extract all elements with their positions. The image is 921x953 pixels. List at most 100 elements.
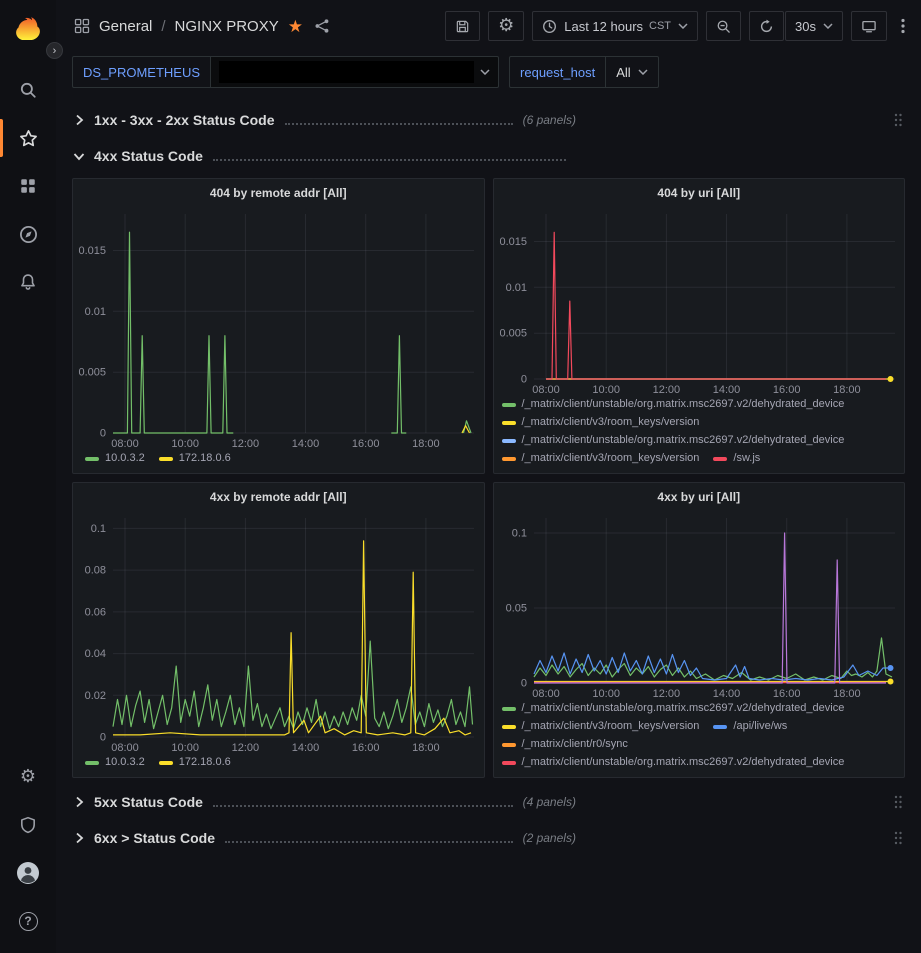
series-name: 10.0.3.2 (105, 452, 145, 465)
row-panel-count: (4 panels) (523, 795, 576, 809)
refresh-button[interactable] (749, 11, 784, 41)
refresh-interval-label: 30s (795, 19, 816, 34)
legend-item[interactable]: /_matrix/client/unstable/org.matrix.msc2… (502, 398, 845, 411)
sidebar-item-dashboards[interactable] (0, 162, 56, 210)
legend-item[interactable]: 10.0.3.2 (85, 756, 145, 769)
series-color-swatch (502, 707, 516, 711)
series-name: 172.18.0.6 (179, 452, 231, 465)
svg-text:16:00: 16:00 (772, 688, 800, 700)
series-name: /_matrix/client/r0/sync (522, 738, 628, 751)
request-host-variable-label[interactable]: request_host (509, 56, 606, 88)
legend-item[interactable]: /_matrix/client/unstable/org.matrix.msc2… (502, 434, 845, 447)
zoom-out-button[interactable] (706, 11, 741, 41)
save-icon (455, 19, 470, 34)
drag-handle-icon[interactable] (893, 830, 905, 846)
legend-item[interactable]: /_matrix/client/v3/room_keys/version (502, 452, 700, 465)
time-range-picker[interactable]: Last 12 hours CST (532, 11, 698, 41)
legend-item[interactable]: /_matrix/client/v3/room_keys/version (502, 416, 700, 429)
star-icon (19, 129, 38, 148)
panel-legend: 10.0.3.2 172.18.0.6 (73, 450, 484, 473)
row-panel-count: (6 panels) (523, 113, 576, 127)
kebab-menu-button[interactable] (895, 11, 911, 41)
request-host-variable-select[interactable]: All (606, 56, 658, 88)
compass-icon (19, 225, 38, 244)
svg-text:0.06: 0.06 (85, 606, 106, 618)
time-series-chart[interactable]: 00.0050.010.01508:0010:0012:0014:0016:00… (494, 206, 905, 396)
time-series-chart[interactable]: 00.050.108:0010:0012:0014:0016:0018:00 (494, 510, 905, 700)
svg-text:18:00: 18:00 (412, 742, 440, 754)
row-1xx-3xx-2xx[interactable]: 1xx - 3xx - 2xx Status Code (6 panels) (72, 106, 905, 134)
row-5xx[interactable]: 5xx Status Code (4 panels) (72, 788, 905, 816)
svg-text:0: 0 (520, 374, 526, 386)
legend-item[interactable]: /_matrix/client/r0/sync (502, 738, 628, 751)
svg-text:12:00: 12:00 (652, 688, 680, 700)
dashboard-settings-button[interactable]: ⚙ (488, 11, 524, 41)
row-dotted-filler (285, 123, 513, 125)
legend-item[interactable]: /api/live/ws (713, 720, 787, 733)
chevron-down-icon (823, 23, 833, 29)
breadcrumb-separator: / (161, 18, 165, 35)
series-color-swatch (502, 761, 516, 765)
legend-item[interactable]: /_matrix/client/unstable/org.matrix.msc2… (502, 702, 845, 715)
template-variables-row: DS_PROMETHEUS request_host All (56, 52, 921, 98)
series-name: /_matrix/client/unstable/org.matrix.msc2… (522, 756, 845, 769)
sidebar-item-starred[interactable] (0, 114, 56, 162)
share-icon[interactable] (314, 18, 330, 34)
sidebar-item-server-admin[interactable] (0, 801, 56, 849)
tv-mode-button[interactable] (851, 11, 887, 41)
row-4xx[interactable]: 4xx Status Code (72, 142, 905, 170)
panel-title[interactable]: 404 by uri [All] (494, 179, 905, 206)
series-color-swatch (502, 403, 516, 407)
sidebar-item-alerting[interactable] (0, 258, 56, 306)
time-series-chart[interactable]: 00.0050.010.01508:0010:0012:0014:0016:00… (73, 206, 484, 450)
legend-item[interactable]: 172.18.0.6 (159, 452, 231, 465)
drag-handle-icon[interactable] (893, 794, 905, 810)
sidebar-item-explore[interactable] (0, 210, 56, 258)
favorite-star-icon[interactable]: ★ (288, 18, 303, 35)
svg-text:14:00: 14:00 (712, 384, 740, 396)
refresh-icon (759, 19, 774, 34)
panel-legend: /_matrix/client/unstable/org.matrix.msc2… (494, 396, 905, 473)
save-dashboard-button[interactable] (445, 11, 480, 41)
sidebar-item-help[interactable]: ? (0, 897, 56, 945)
svg-text:0.05: 0.05 (505, 603, 526, 615)
legend-item[interactable]: 10.0.3.2 (85, 452, 145, 465)
series-name: /_matrix/client/v3/room_keys/version (522, 416, 700, 429)
panel-title[interactable]: 404 by remote addr [All] (73, 179, 484, 206)
series-name: /_matrix/client/unstable/org.matrix.msc2… (522, 702, 845, 715)
legend-item[interactable]: /sw.js (713, 452, 760, 465)
series-name: 172.18.0.6 (179, 756, 231, 769)
sidebar-item-search[interactable] (0, 66, 56, 114)
series-color-swatch (502, 421, 516, 425)
drag-handle-icon[interactable] (893, 112, 905, 128)
panel-title[interactable]: 4xx by remote addr [All] (73, 483, 484, 510)
panel-title[interactable]: 4xx by uri [All] (494, 483, 905, 510)
sidebar-item-profile[interactable] (0, 849, 56, 897)
row-6xx[interactable]: 6xx > Status Code (2 panels) (72, 824, 905, 852)
datasource-variable-label[interactable]: DS_PROMETHEUS (72, 56, 211, 88)
panel-404-by-uri: 404 by uri [All] 00.0050.010.01508:0010:… (493, 178, 906, 474)
sidebar: ⚙ ? (0, 0, 56, 953)
time-series-chart[interactable]: 00.020.040.060.080.108:0010:0012:0014:00… (73, 510, 484, 754)
datasource-variable-select[interactable] (211, 56, 499, 88)
legend-item[interactable]: 172.18.0.6 (159, 756, 231, 769)
timezone-label: CST (649, 20, 671, 32)
legend-item[interactable]: /_matrix/client/unstable/org.matrix.msc2… (502, 756, 845, 769)
panel-404-by-remote-addr: 404 by remote addr [All] 00.0050.010.015… (72, 178, 485, 474)
breadcrumb-folder[interactable]: General (99, 18, 152, 35)
legend-item[interactable]: /_matrix/client/v3/room_keys/version (502, 720, 700, 733)
chart-svg: 00.0050.010.01508:0010:0012:0014:0016:00… (73, 206, 484, 450)
topbar-actions: ⚙ Last 12 hours CST (445, 11, 911, 41)
help-icon: ? (19, 912, 38, 931)
chart-svg: 00.0050.010.01508:0010:0012:0014:0016:00… (494, 206, 905, 396)
refresh-interval-dropdown[interactable]: 30s (785, 11, 843, 41)
series-name: /_matrix/client/unstable/org.matrix.msc2… (522, 434, 845, 447)
svg-text:0: 0 (100, 732, 106, 744)
svg-text:0.015: 0.015 (78, 245, 106, 257)
svg-text:08:00: 08:00 (111, 742, 139, 754)
sidebar-expand-button[interactable]: › (46, 42, 63, 59)
sidebar-item-configuration[interactable]: ⚙ (0, 753, 56, 801)
series-color-swatch (159, 457, 173, 461)
request-host-value: All (616, 65, 630, 80)
breadcrumb-dashboard-title[interactable]: NGINX PROXY (175, 18, 279, 35)
